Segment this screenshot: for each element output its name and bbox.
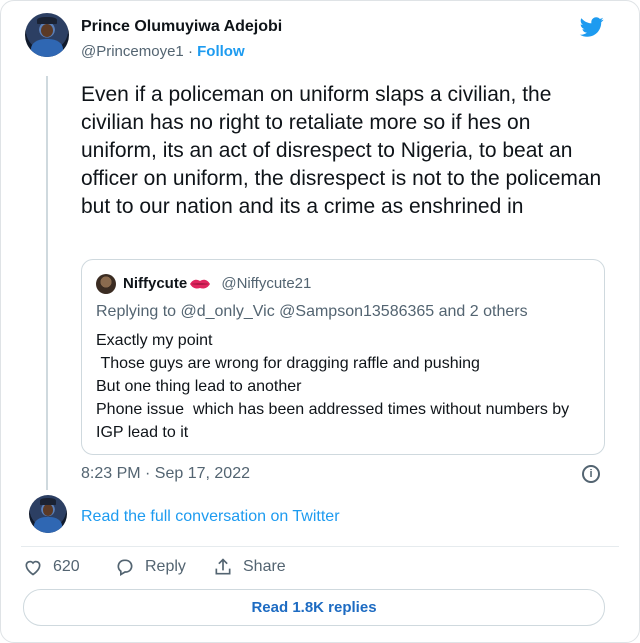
heart-icon xyxy=(25,560,41,576)
share-label: Share xyxy=(243,558,286,575)
reply-label: Reply xyxy=(145,558,186,575)
reply-button[interactable]: Reply xyxy=(115,557,186,577)
info-icon[interactable]: i xyxy=(582,465,600,483)
twitter-bird-icon[interactable] xyxy=(578,15,606,39)
conversation-avatar xyxy=(29,495,67,533)
author-handle-row: @Princemoye1 · Follow xyxy=(81,43,245,60)
share-icon xyxy=(215,558,231,575)
lips-emoji-icon xyxy=(190,279,211,289)
author-avatar[interactable] xyxy=(25,13,69,57)
reply-bubble-icon xyxy=(117,559,133,576)
follow-button[interactable]: Follow xyxy=(197,43,245,60)
quoted-tweet-text: Exactly my point Those guys are wrong fo… xyxy=(96,332,570,441)
like-count: 620 xyxy=(53,558,80,575)
replying-to-text: Replying to @d_only_Vic @Sampson13586365… xyxy=(96,303,528,320)
read-conversation-link[interactable]: Read the full conversation on Twitter xyxy=(81,508,340,526)
share-button[interactable]: Share xyxy=(213,557,286,577)
tweet-embed-card: Prince Olumuyiwa Adejobi @Princemoye1 · … xyxy=(0,0,640,643)
quoted-author-avatar xyxy=(96,274,116,294)
like-button[interactable]: 620 xyxy=(23,557,80,577)
thread-connector-line xyxy=(46,76,48,490)
quoted-author-row: Niffycute @Niffycute21 xyxy=(123,275,311,292)
quoted-author-handle: @Niffycute21 xyxy=(221,275,312,292)
tweet-text: Even if a policeman on uniform slaps a c… xyxy=(81,83,602,218)
quoted-tweet[interactable]: Niffycute @Niffycute21 Replying to @d_on… xyxy=(81,259,605,455)
author-name[interactable]: Prince Olumuyiwa Adejobi xyxy=(81,18,282,36)
read-replies-button[interactable]: Read 1.8K replies xyxy=(23,589,605,626)
author-handle[interactable]: @Princemoye1 xyxy=(81,43,184,60)
tweet-timestamp[interactable]: 8:23 PM · Sep 17, 2022 xyxy=(81,465,250,483)
handle-separator: · xyxy=(187,43,193,60)
actions-divider xyxy=(21,546,619,547)
quoted-author-name: Niffycute xyxy=(123,275,188,292)
